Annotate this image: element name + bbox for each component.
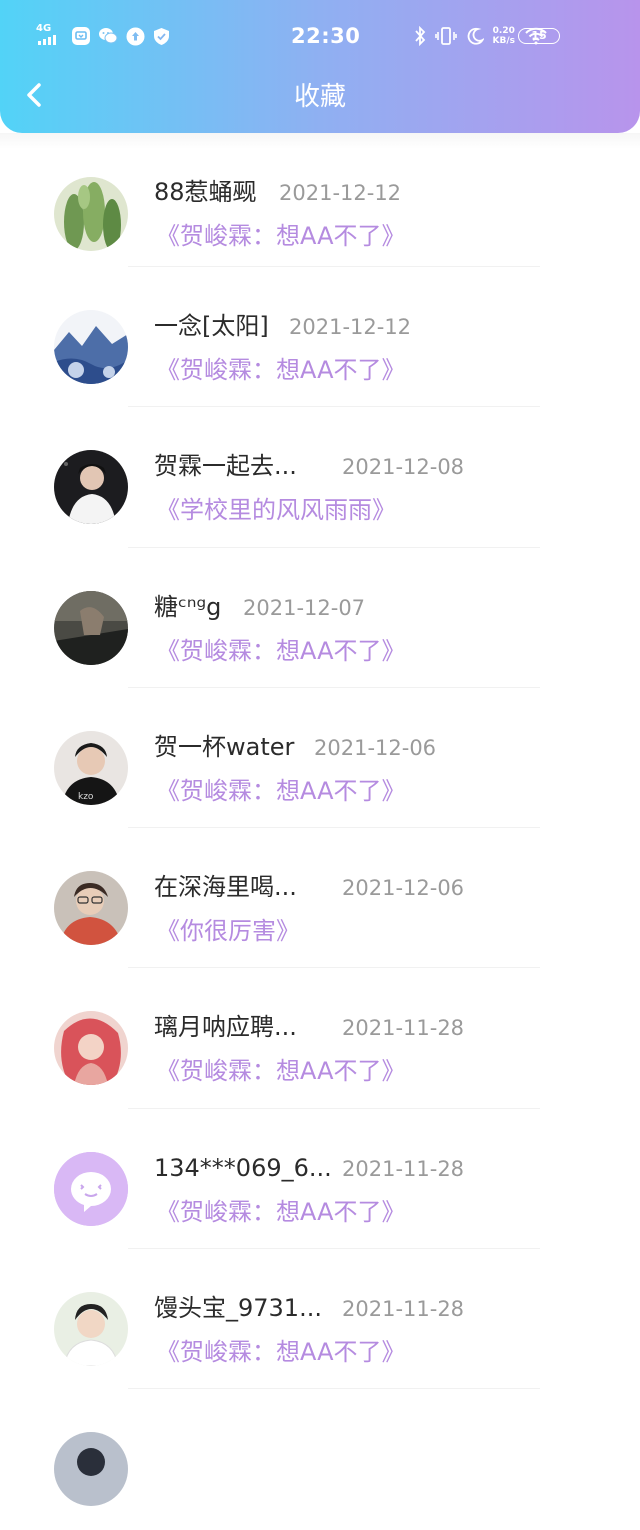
speed-unit: KB/s xyxy=(492,36,515,46)
favorite-date: 2021-12-07 xyxy=(243,595,366,620)
list-item[interactable]: kzo 贺一杯water 2021-12-06 《贺峻霖：想AA不了》 xyxy=(0,688,640,829)
user-avatar[interactable] xyxy=(54,1151,128,1226)
network-speed: 0.20 KB/s xyxy=(493,26,515,46)
user-avatar[interactable] xyxy=(54,450,128,525)
favorite-date: 2021-12-06 xyxy=(314,735,437,760)
favorite-date: 2021-11-28 xyxy=(342,1156,465,1181)
favorite-date: 2021-12-06 xyxy=(342,876,465,901)
book-title-link[interactable]: 《贺峻霖：想AA不了》 xyxy=(156,221,406,251)
wechat-icon xyxy=(99,28,118,44)
user-name: 在深海里喝... xyxy=(154,873,297,902)
favorite-date: 2021-11-28 xyxy=(342,1016,465,1041)
list-item[interactable]: 在深海里喝... 2021-12-06 《你很厉害》 xyxy=(0,828,640,969)
user-avatar[interactable] xyxy=(54,590,128,665)
user-avatar[interactable] xyxy=(54,310,128,384)
list-item[interactable]: 贺霖一起去... 2021-12-08 《学校里的风风雨雨》 xyxy=(0,407,640,548)
user-avatar[interactable] xyxy=(54,1292,128,1367)
user-name: 一念[太阳] xyxy=(154,312,269,340)
network-type: 4G xyxy=(36,23,52,34)
user-avatar[interactable] xyxy=(54,1432,128,1507)
list-item[interactable] xyxy=(0,1389,640,1529)
user-name: 璃月呐应聘... xyxy=(154,1013,297,1042)
user-avatar[interactable] xyxy=(54,871,128,946)
favorite-date: 2021-12-12 xyxy=(289,315,412,339)
status-bar: 4G 22:30 0.20 KB/s 15 xyxy=(0,0,640,70)
list-item[interactable]: 糖ᶜⁿᵍg 2021-12-07 《贺峻霖：想AA不了》 xyxy=(0,548,640,688)
status-icons-left: 4G xyxy=(36,23,170,47)
list-item[interactable]: 馒头宝_9731... 2021-11-28 《贺峻霖：想AA不了》 xyxy=(0,1249,640,1390)
battery-level: 15 xyxy=(531,29,547,42)
book-title-link[interactable]: 《贺峻霖：想AA不了》 xyxy=(156,1056,406,1086)
book-title-link[interactable]: 《学校里的风风雨雨》 xyxy=(156,495,396,525)
user-name: 88惹蛹觋 xyxy=(154,178,257,206)
page-title: 收藏 xyxy=(293,82,346,112)
user-name: 馒头宝_9731... xyxy=(154,1294,322,1323)
user-name: 糖ᶜⁿᵍg xyxy=(154,592,222,621)
notification-app-icon xyxy=(72,27,90,45)
book-title-link[interactable]: 《贺峻霖：想AA不了》 xyxy=(156,355,406,385)
svg-text:kzo: kzo xyxy=(78,792,94,802)
user-name: 134***069_6... xyxy=(154,1153,332,1182)
favorite-date: 2021-12-12 xyxy=(279,181,402,205)
default-chat-avatar-icon xyxy=(54,1151,128,1226)
clock: 22:30 xyxy=(291,24,361,48)
book-title-link[interactable]: 《贺峻霖：想AA不了》 xyxy=(156,1337,406,1367)
vibrate-icon xyxy=(434,27,457,45)
favorite-date: 2021-12-08 xyxy=(342,455,465,480)
book-title-link[interactable]: 《贺峻霖：想AA不了》 xyxy=(156,1197,406,1227)
user-name: 贺一杯water xyxy=(154,732,295,761)
user-avatar[interactable]: kzo xyxy=(54,730,128,805)
speed-value: 0.20 xyxy=(492,26,515,36)
shield-icon xyxy=(154,27,169,45)
app-header: 4G 22:30 0.20 KB/s 15 收藏 xyxy=(0,0,640,133)
moon-icon xyxy=(467,27,484,45)
list-item[interactable]: 88惹蛹觋 2021-12-12 《贺峻霖：想AA不了》 xyxy=(0,133,640,267)
user-avatar[interactable] xyxy=(54,177,128,251)
book-title-link[interactable]: 《贺峻霖：想AA不了》 xyxy=(156,776,406,806)
list-item[interactable]: 一念[太阳] 2021-12-12 《贺峻霖：想AA不了》 xyxy=(0,267,640,408)
book-title-link[interactable]: 《贺峻霖：想AA不了》 xyxy=(156,636,406,666)
user-avatar[interactable] xyxy=(54,1011,128,1086)
bluetooth-icon xyxy=(414,26,425,46)
book-title-link[interactable]: 《你很厉害》 xyxy=(156,916,300,946)
user-name: 贺霖一起去... xyxy=(154,452,297,481)
list-item[interactable]: 134***069_6... 2021-11-28 《贺峻霖：想AA不了》 xyxy=(0,1109,640,1250)
battery-indicator: 15 xyxy=(518,28,560,44)
cellular-signal-icon: 4G xyxy=(36,23,64,47)
favorites-list: 88惹蛹觋 2021-12-12 《贺峻霖：想AA不了》 一念[太阳] 2021… xyxy=(0,133,640,1530)
favorite-date: 2021-11-28 xyxy=(342,1297,465,1322)
list-item[interactable]: 璃月呐应聘... 2021-11-28 《贺峻霖：想AA不了》 xyxy=(0,968,640,1109)
upload-icon xyxy=(126,27,145,45)
